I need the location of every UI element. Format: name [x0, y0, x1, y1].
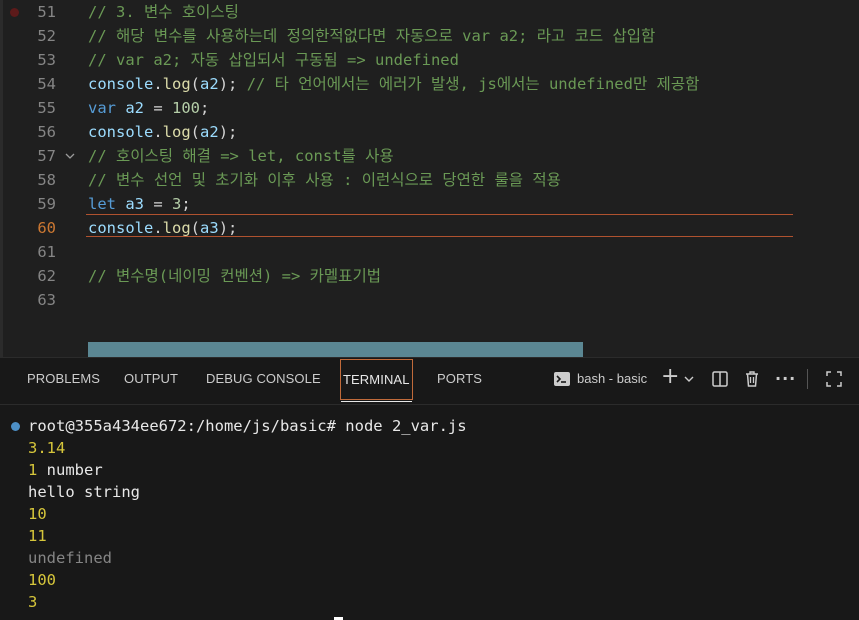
tab-output[interactable]: OUTPUT — [124, 357, 178, 401]
line-number: 57 — [37, 147, 56, 165]
code-line[interactable]: 52 // 해당 변수를 사용하는데 정의한적없다면 자동으로 var a2; 라… — [0, 24, 859, 48]
line-number: 61 — [37, 243, 56, 261]
line-number: 62 — [37, 267, 56, 285]
line-number: 53 — [37, 51, 56, 69]
code-text: console.log(a2); — [88, 123, 238, 141]
panel-divider — [0, 404, 859, 405]
code-text: console.log(a2); // 타 언어에서는 에러가 발생, js에서… — [88, 75, 700, 93]
code-line[interactable]: 55 var a2 = 100; — [0, 96, 859, 120]
code-editor[interactable]: 51 // 3. 변수 호이스팅 52 // 해당 변수를 사용하는데 정의한적없다면… — [0, 0, 859, 357]
maximize-icon[interactable] — [825, 369, 843, 389]
line-number: 56 — [37, 123, 56, 141]
chevron-down-icon[interactable] — [684, 369, 694, 389]
terminal-line: 1 number — [28, 459, 103, 481]
code-text: // 호이스팅 해결 => let, const를 사용 — [88, 147, 394, 165]
tab-terminal[interactable]: TERMINAL — [340, 359, 413, 402]
code-line[interactable]: 57 // 호이스팅 해결 => let, const를 사용 — [0, 144, 859, 168]
line-number: 63 — [37, 291, 56, 309]
code-text: // 해당 변수를 사용하는데 정의한적없다면 자동으로 var a2; 라고 … — [88, 27, 656, 45]
code-text: var a2 = 100; — [88, 99, 210, 117]
line-number: 60 — [37, 219, 56, 237]
code-text: // 변수명(네이밍 컨벤션) => 카멜표기법 — [88, 267, 381, 285]
line-number: 54 — [37, 75, 56, 93]
line-number: 55 — [37, 99, 56, 117]
code-line[interactable]: 51 // 3. 변수 호이스팅 — [0, 0, 859, 24]
terminal-line: 11 — [28, 527, 47, 545]
code-line[interactable]: 60 console.log(a3); — [0, 216, 859, 240]
code-line[interactable]: 54 console.log(a2); // 타 언어에서는 에러가 발생, js… — [0, 72, 859, 96]
code-text: console.log(a3); — [88, 219, 238, 237]
code-text: // 변수 선언 및 초기화 이후 사용 : 이런식으로 당연한 룰을 적용 — [88, 171, 561, 189]
tab-ports[interactable]: PORTS — [437, 357, 482, 401]
code-line[interactable]: 62 // 변수명(네이밍 컨벤션) => 카멜표기법 — [0, 264, 859, 288]
terminal-line: 3 — [28, 593, 38, 611]
panel-tab-bar: PROBLEMS OUTPUT DEBUG CONSOLE TERMINAL P… — [0, 357, 859, 402]
bottom-panel: PROBLEMS OUTPUT DEBUG CONSOLE TERMINAL P… — [0, 357, 859, 620]
code-line[interactable]: 58 // 변수 선언 및 초기화 이후 사용 : 이런식으로 당연한 룰을 적용 — [0, 168, 859, 192]
line-number: 52 — [37, 27, 56, 45]
terminal-prompt: root@355a434ee672:/home/js/basic# node 2… — [28, 417, 467, 435]
tab-debug-console[interactable]: DEBUG CONSOLE — [206, 357, 321, 401]
code-line[interactable]: 53 // var a2; 자동 삽입되서 구동됨 => undefined — [0, 48, 859, 72]
command-status-dot[interactable] — [11, 422, 20, 431]
code-line[interactable]: 59 let a3 = 3; — [0, 192, 859, 216]
plus-icon[interactable]: + — [661, 366, 679, 388]
terminal-line: 100 — [28, 571, 56, 589]
code-line[interactable]: 61 — [0, 240, 859, 264]
ellipsis-icon[interactable]: ··· — [775, 369, 796, 389]
terminal-name[interactable]: bash - basic — [577, 369, 647, 389]
terminal-line-number-part: 1 — [28, 461, 38, 479]
code-text: // 3. 변수 호이스팅 — [88, 3, 239, 21]
terminal-line: hello string — [28, 483, 140, 501]
split-icon[interactable] — [711, 369, 729, 389]
horizontal-scrollbar[interactable] — [88, 342, 583, 357]
terminal-line: 10 — [28, 505, 47, 523]
line-number: 59 — [37, 195, 56, 213]
trash-icon[interactable] — [743, 369, 761, 389]
line-number: 51 — [37, 3, 56, 21]
terminal-line: undefined — [28, 549, 112, 567]
code-text: // var a2; 자동 삽입되서 구동됨 => undefined — [88, 51, 459, 69]
code-line[interactable]: 56 console.log(a2); — [0, 120, 859, 144]
toolbar-divider — [807, 369, 808, 389]
tab-problems[interactable]: PROBLEMS — [27, 357, 100, 401]
terminal-line: 3.14 — [28, 439, 66, 457]
terminal-icon[interactable] — [552, 369, 572, 389]
code-line[interactable]: 63 — [0, 288, 859, 312]
line-number: 58 — [37, 171, 56, 189]
terminal-line-text-part: number — [37, 461, 103, 479]
code-text: let a3 = 3; — [88, 195, 191, 213]
